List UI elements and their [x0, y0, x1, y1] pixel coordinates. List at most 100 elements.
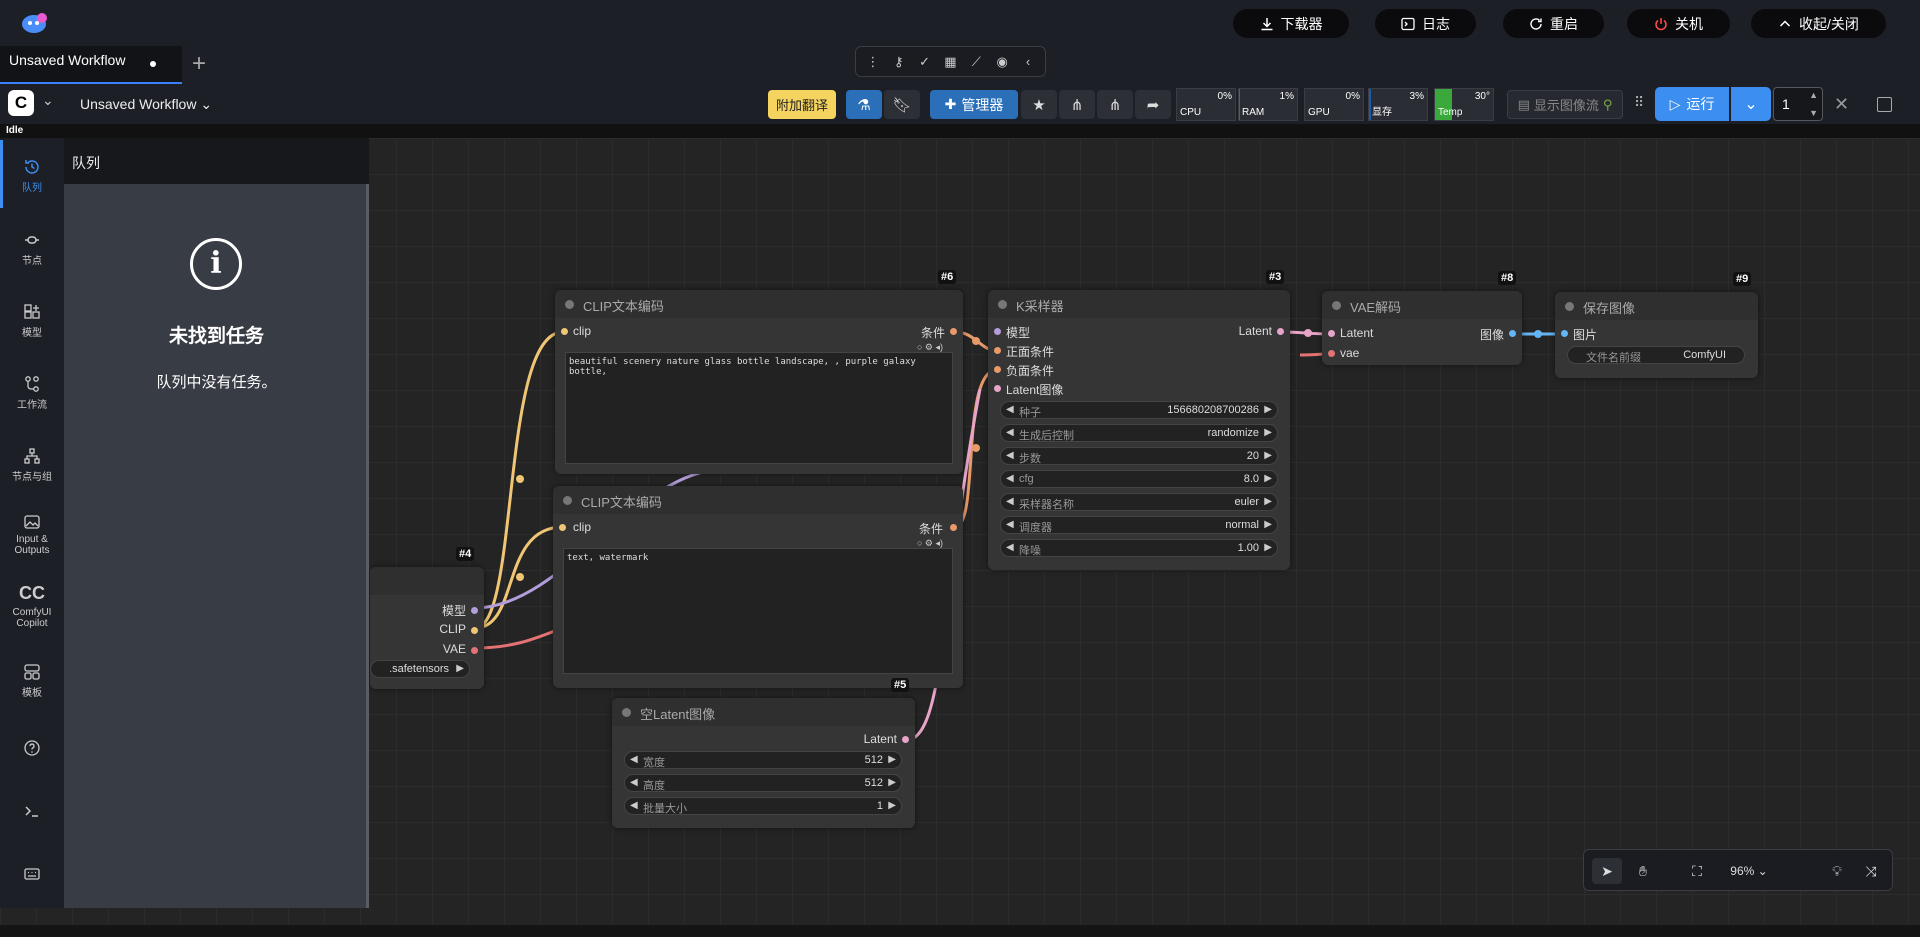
output-dot[interactable] [471, 647, 478, 654]
ckpt-name-widget[interactable]: .safetensors ▶ [370, 660, 470, 678]
lightbulb-icon[interactable]: 💡︎ [1824, 858, 1850, 884]
input-dot[interactable] [994, 366, 1001, 373]
arrow-left-icon[interactable]: ◀ [1006, 473, 1014, 484]
cfg-widget[interactable]: ◀ cfg 8.0 ▶ [1000, 470, 1278, 488]
arrow-left-icon[interactable]: ◀ [1006, 427, 1014, 438]
canvas-toolbar: ➤ ✋︎ ⛶ 96% ⌄ 💡︎ ⤨ [1583, 849, 1893, 891]
scheduler-widget[interactable]: ◀ 调度器 normal ▶ [1000, 516, 1278, 534]
output-dot[interactable] [1509, 330, 1516, 337]
node-collapse-dot[interactable] [998, 300, 1007, 309]
arrow-left-icon[interactable]: ◀ [1006, 496, 1014, 507]
input-dot[interactable] [1328, 330, 1335, 337]
sidebar-item-copilot[interactable]: CC ComfyUI Copilot [0, 584, 64, 629]
node-collapse-dot[interactable] [565, 300, 574, 309]
clip-text-encode-positive-node[interactable]: CLIP文本编码 clip 条件 ○ ⚙ ◂) beautiful scener… [555, 290, 963, 474]
input-dot[interactable] [1561, 330, 1568, 337]
output-dot[interactable] [471, 607, 478, 614]
input-dot[interactable] [994, 347, 1001, 354]
template-icon [24, 664, 40, 680]
node-collapse-dot[interactable] [622, 708, 631, 717]
prompt-textarea[interactable]: beautiful scenery nature glass bottle la… [565, 352, 953, 464]
node-tree-icon [24, 448, 40, 464]
sampler-name-widget[interactable]: ◀ 采样器名称 euler ▶ [1000, 493, 1278, 511]
input-vae: vae [1340, 346, 1360, 360]
arrow-right-icon[interactable]: ▶ [888, 754, 896, 765]
input-dot[interactable] [1328, 350, 1335, 357]
zoom-dropdown[interactable]: 96% ⌄ [1724, 858, 1774, 884]
output-dot[interactable] [950, 328, 957, 335]
arrow-left-icon[interactable]: ◀ [1006, 519, 1014, 530]
node-header: K采样器 [988, 290, 1290, 318]
widget-value: euler [1234, 496, 1259, 508]
arrow-right-icon[interactable]: ▶ [1264, 404, 1272, 415]
prompt-textarea[interactable]: text, watermark [563, 548, 953, 674]
input-dot[interactable] [994, 328, 1001, 335]
node-header: CLIP文本编码 [553, 486, 963, 514]
sidebar-item-templates[interactable]: 模板 [0, 663, 64, 699]
input-dot[interactable] [559, 524, 566, 531]
clip-text-encode-negative-node[interactable]: CLIP文本编码 clip 条件 ○ ⚙ ◂) text, watermark [553, 486, 963, 688]
terminal-button[interactable] [0, 802, 64, 823]
widget-value: normal [1225, 519, 1259, 531]
arrow-right-icon[interactable]: ▶ [888, 800, 896, 811]
denoise-widget[interactable]: ◀ 降噪 1.00 ▶ [1000, 539, 1278, 557]
output-model: 模型 [441, 604, 466, 618]
arrow-right-icon[interactable]: ▶ [456, 663, 464, 674]
steps-widget[interactable]: ◀ 步数 20 ▶ [1000, 447, 1278, 465]
arrow-left-icon[interactable]: ◀ [1006, 542, 1014, 553]
fit-view-icon[interactable]: ⛶ [1682, 858, 1712, 884]
widget-value: 20 [1246, 450, 1259, 462]
node-title: CLIP文本编码 [583, 299, 664, 314]
node-title: 空Latent图像 [640, 707, 716, 722]
sidebar-item-models[interactable]: 模型 [0, 303, 64, 339]
arrow-left-icon[interactable]: ◀ [1006, 450, 1014, 461]
arrow-right-icon[interactable]: ▶ [1264, 496, 1272, 507]
arrow-left-icon[interactable]: ◀ [630, 754, 638, 765]
widget-label: 调度器 [1019, 522, 1052, 534]
vae-decode-node[interactable]: VAE解码 Latent vae 图像 [1322, 291, 1522, 365]
select-tool-icon[interactable]: ➤ [1592, 858, 1622, 884]
sidebar-item-node-groups[interactable]: 节点与组 [0, 447, 64, 483]
control-after-generate-widget[interactable]: ◀ 生成后控制 randomize ▶ [1000, 424, 1278, 442]
help-button[interactable] [0, 739, 64, 760]
output-dot[interactable] [471, 627, 478, 634]
widget-label: 高度 [643, 780, 665, 792]
arrow-right-icon[interactable]: ▶ [1264, 542, 1272, 553]
height-widget[interactable]: ◀ 高度 512 ▶ [624, 774, 902, 792]
arrow-right-icon[interactable]: ▶ [1264, 427, 1272, 438]
sidebar-item-queue[interactable]: 队列 [0, 158, 64, 194]
link-visibility-icon[interactable]: ⤨ [1858, 858, 1884, 884]
widget-value: ComfyUI [1683, 349, 1726, 361]
filename-prefix-widget[interactable]: 文件名前缀 ComfyUI [1567, 346, 1745, 364]
arrow-right-icon[interactable]: ▶ [1264, 450, 1272, 461]
empty-latent-image-node[interactable]: 空Latent图像 Latent ◀ 宽度 512 ▶ ◀ 高度 512 ▶ ◀ 批量大小 1 ▶ [612, 698, 915, 828]
output-dot[interactable] [902, 736, 909, 743]
arrow-left-icon[interactable]: ◀ [1006, 404, 1014, 415]
input-dot[interactable] [994, 385, 1001, 392]
keyboard-button[interactable] [0, 865, 64, 886]
output-dot[interactable] [950, 524, 957, 531]
hand-tool-icon[interactable]: ✋︎ [1628, 858, 1658, 884]
checkpoint-loader-node[interactable]: 模型 CLIP VAE .safetensors ▶ [370, 567, 484, 689]
output-dot[interactable] [1277, 328, 1284, 335]
batch-size-widget[interactable]: ◀ 批量大小 1 ▶ [624, 797, 902, 815]
arrow-left-icon[interactable]: ◀ [630, 800, 638, 811]
input-dot[interactable] [561, 328, 568, 335]
sidebar-item-nodes[interactable]: 节点 [0, 231, 64, 267]
ksampler-node[interactable]: K采样器 模型 正面条件 负面条件 Latent图像 Latent ◀ 种子 156… [988, 290, 1290, 570]
arrow-right-icon[interactable]: ▶ [1264, 473, 1272, 484]
node-collapse-dot[interactable] [1565, 302, 1574, 311]
node-collapse-dot[interactable] [563, 496, 572, 505]
seed-widget[interactable]: ◀ 种子 156680208700286 ▶ [1000, 401, 1278, 419]
sidebar: 队列 节点 模型 工作流 节点与组 Input & Outputs CC Com… [0, 138, 64, 908]
arrow-left-icon[interactable]: ◀ [630, 777, 638, 788]
sidebar-item-label: ComfyUI [12, 607, 52, 618]
model-library-icon [24, 304, 40, 319]
arrow-right-icon[interactable]: ▶ [1264, 519, 1272, 530]
node-collapse-dot[interactable] [1332, 301, 1341, 310]
sidebar-item-workflows[interactable]: 工作流 [0, 375, 64, 411]
save-image-node[interactable]: 保存图像 图片 文件名前缀 ComfyUI [1555, 292, 1758, 378]
width-widget[interactable]: ◀ 宽度 512 ▶ [624, 751, 902, 769]
sidebar-item-input-outputs[interactable]: Input & Outputs [0, 513, 64, 556]
arrow-right-icon[interactable]: ▶ [888, 777, 896, 788]
